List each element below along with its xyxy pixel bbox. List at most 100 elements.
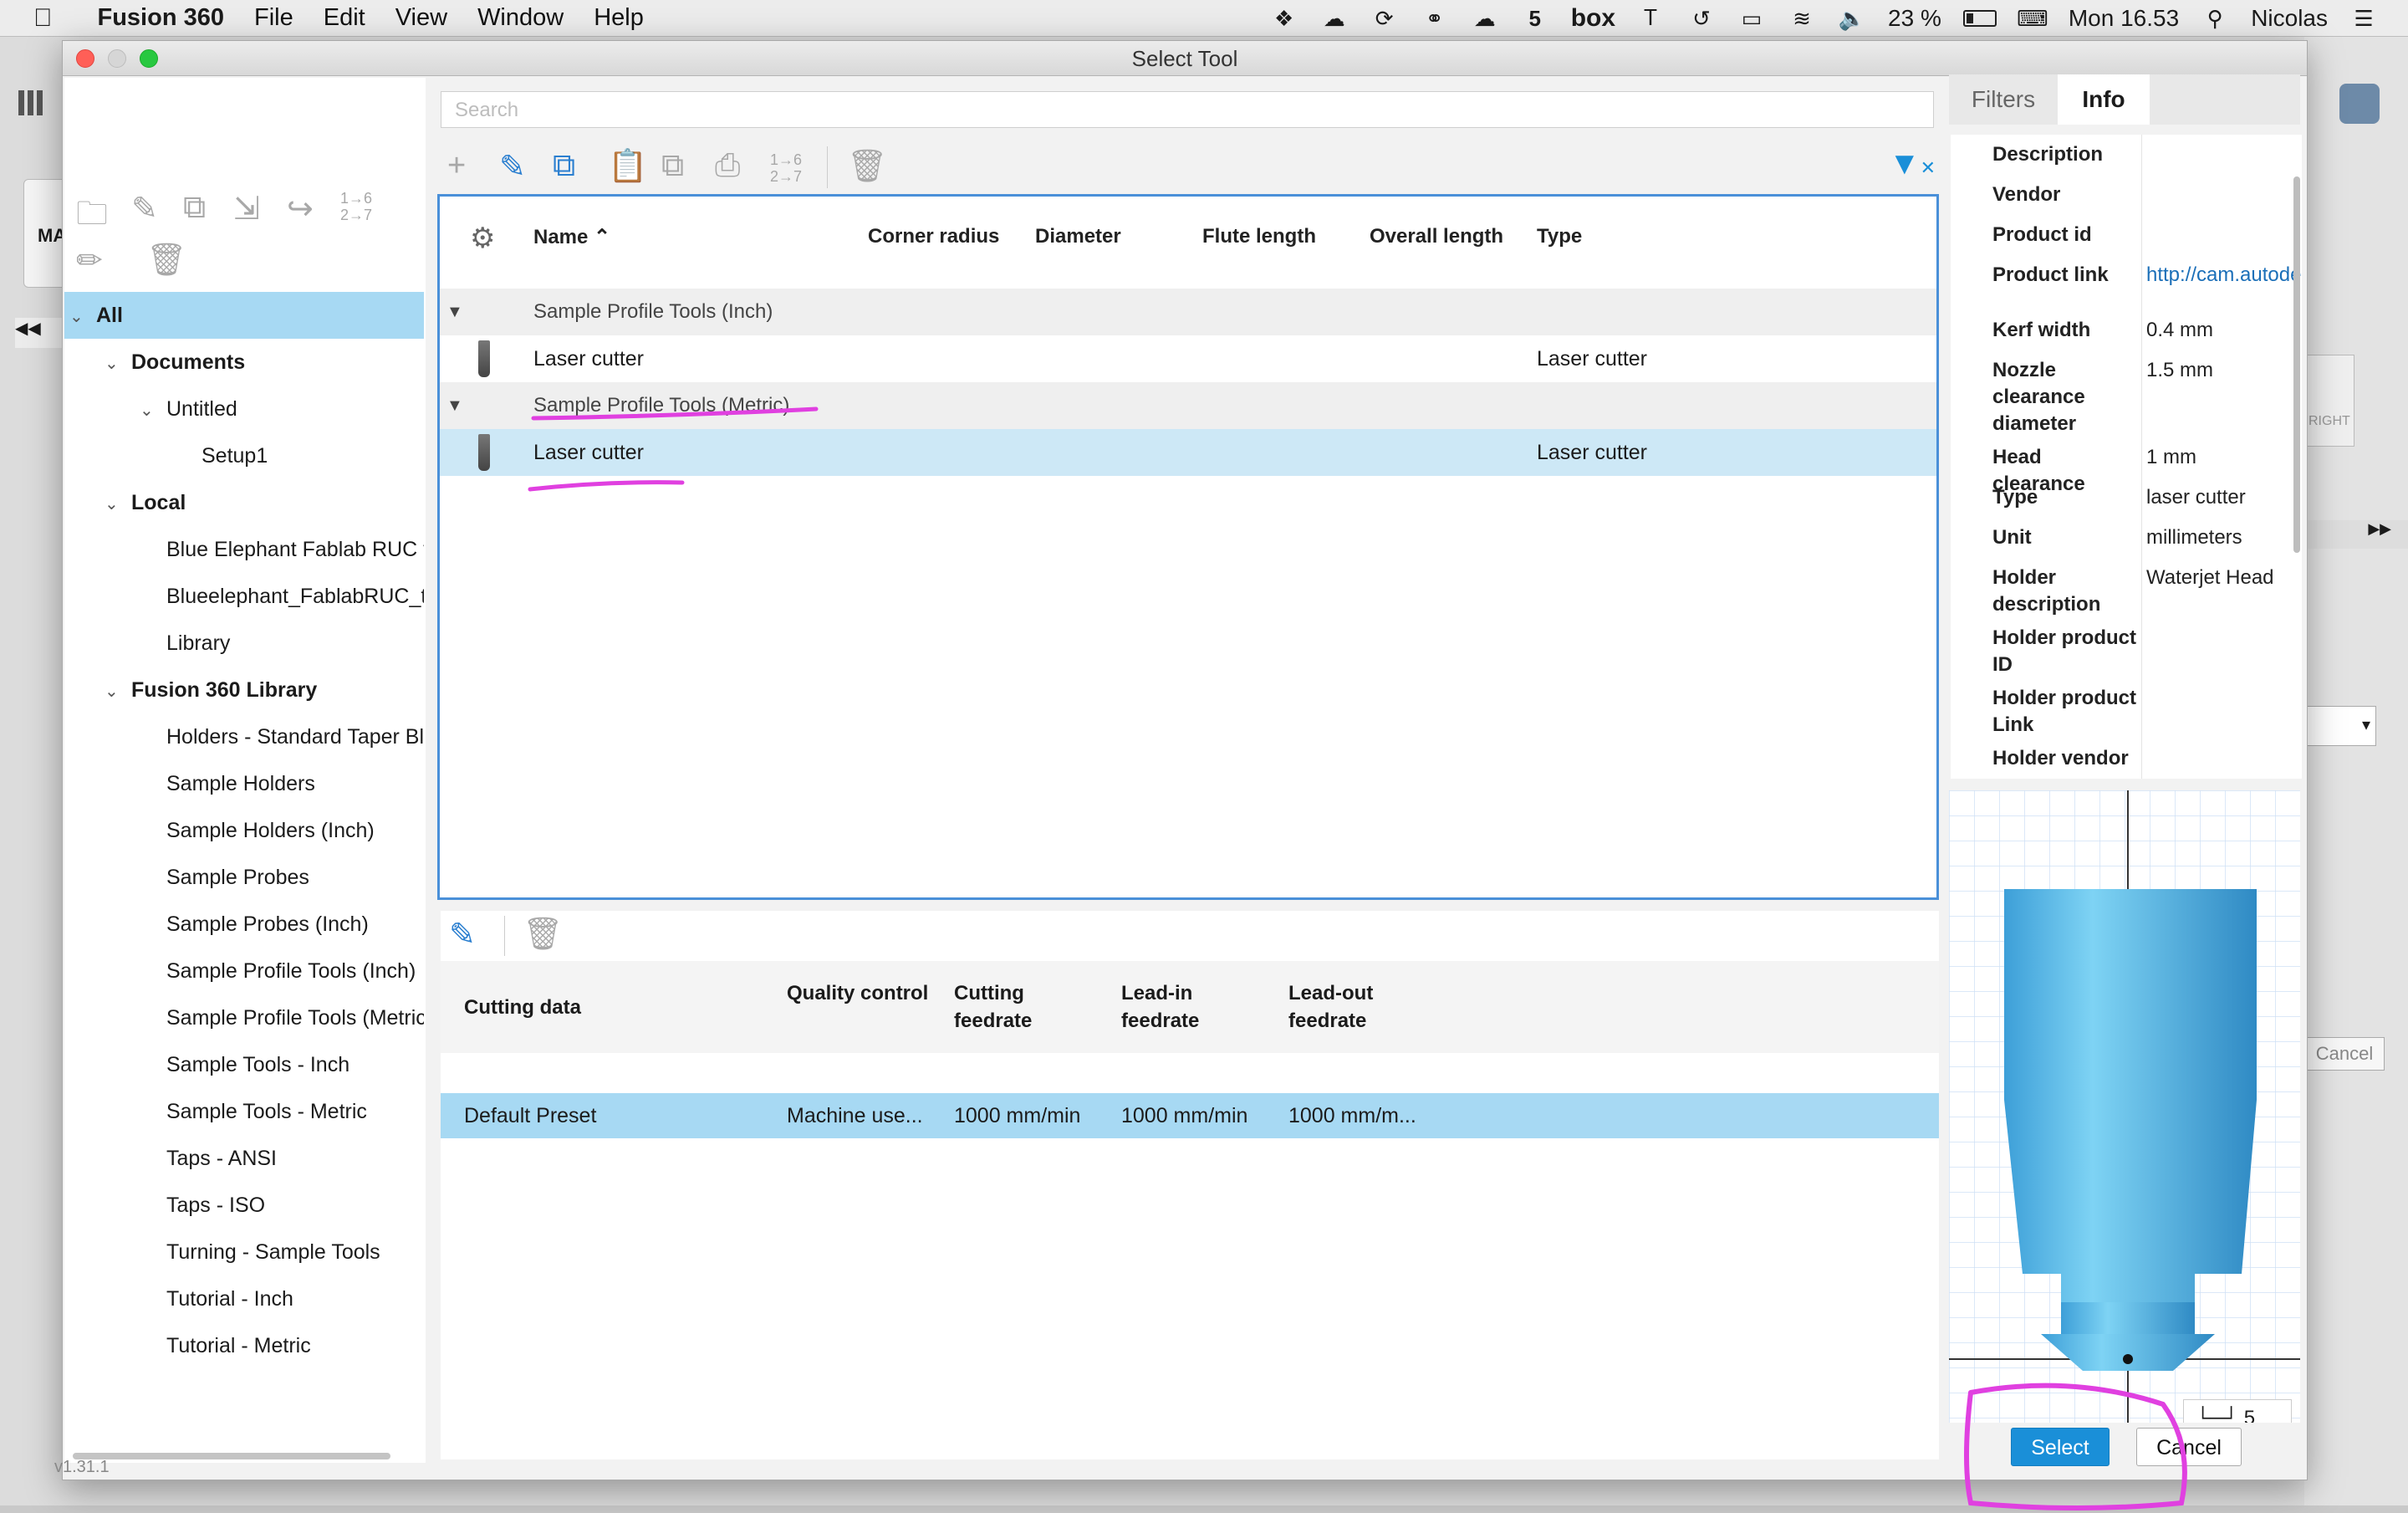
- tree-item[interactable]: Setup1: [64, 432, 424, 479]
- tree-item[interactable]: Tutorial - Inch: [64, 1275, 424, 1322]
- wifi-icon[interactable]: ≋: [1788, 6, 1816, 31]
- volume-icon[interactable]: 🔈: [1838, 6, 1866, 31]
- info-property-key: Holder description: [1992, 566, 2101, 616]
- chevron-down-icon[interactable]: ⌄: [69, 294, 89, 339]
- tree-item[interactable]: ⌄ Local: [64, 479, 424, 526]
- tree-horizontal-scrollbar[interactable]: [73, 1453, 390, 1459]
- tree-item[interactable]: Holders - Standard Taper Blan: [64, 713, 424, 760]
- tree-item[interactable]: Blueelephant_FablabRUC_to: [64, 573, 424, 620]
- tree-item[interactable]: Turning - Sample Tools: [64, 1229, 424, 1275]
- column-header-cutting-feedrate[interactable]: Cutting feedrate: [954, 979, 1079, 1035]
- notification-center-icon[interactable]: ☰: [2349, 6, 2378, 31]
- column-header-cutting-data[interactable]: Cutting data: [464, 994, 581, 1021]
- bg-cancel-button[interactable]: Cancel: [2304, 1037, 2385, 1071]
- bluetooth-icon[interactable]: Ꭲ: [1637, 5, 1666, 31]
- cloud-off-icon[interactable]: ☁: [1471, 6, 1499, 31]
- tree-item[interactable]: Tutorial - Metric: [64, 1322, 424, 1369]
- print-tool-icon[interactable]: ⎙: [715, 148, 740, 184]
- preset-lead-out-feedrate: 1000 mm/m...: [1288, 1104, 1416, 1127]
- column-header-lead-in-feedrate[interactable]: Lead-in feedrate: [1121, 979, 1247, 1035]
- toolbar-divider: [504, 916, 505, 956]
- renumber-tools-icon[interactable]: 1→6 2→7: [770, 151, 802, 185]
- tree-item[interactable]: Taps - ISO: [64, 1182, 424, 1229]
- viewcube-face[interactable]: RIGHT: [2304, 355, 2354, 447]
- app-menu-fusion[interactable]: Fusion 360: [98, 4, 225, 32]
- tree-item[interactable]: ⌄ Documents: [64, 339, 424, 386]
- user-name[interactable]: Nicolas: [2251, 5, 2328, 32]
- sync-icon[interactable]: ⟳: [1370, 6, 1399, 31]
- airplay-icon[interactable]: ▭: [1737, 6, 1766, 31]
- dropbox-icon[interactable]: ❖: [1270, 6, 1298, 31]
- paste-tool-icon[interactable]: 📋: [608, 148, 647, 185]
- duplicate-library-icon[interactable]: ⧉: [183, 190, 206, 226]
- renumber-icon[interactable]: 1→6 2→7: [340, 190, 372, 223]
- info-vertical-scrollbar[interactable]: [2293, 176, 2300, 553]
- chevron-down-icon[interactable]: ⌄: [105, 481, 125, 526]
- cloud-alert-icon[interactable]: ☁: [1320, 6, 1349, 31]
- delete-tool-icon[interactable]: 🗑: [847, 148, 887, 185]
- edit-tool-icon[interactable]: ✎: [499, 148, 526, 186]
- creative-cloud-icon[interactable]: ⚭: [1421, 6, 1449, 31]
- tree-item[interactable]: Sample Holders (Inch): [64, 807, 424, 854]
- box-icon[interactable]: box: [1571, 4, 1615, 33]
- app-grid-icon[interactable]: [18, 90, 43, 115]
- copy-tool-icon[interactable]: ⧉: [553, 148, 575, 184]
- menu-help[interactable]: Help: [594, 4, 644, 32]
- tree-item[interactable]: Sample Tools - Metric: [64, 1088, 424, 1135]
- tree-item[interactable]: Blue Elephant Fablab RUC toc: [64, 526, 424, 573]
- edit-preset-icon[interactable]: ✎: [449, 916, 476, 953]
- minimize-window-button[interactable]: [108, 49, 126, 68]
- tree-item[interactable]: ⌄ Untitled: [64, 386, 424, 432]
- import-library-icon[interactable]: ⇲: [233, 190, 260, 227]
- tree-item[interactable]: Sample Profile Tools (Inch): [64, 948, 424, 994]
- menu-file[interactable]: File: [254, 4, 293, 32]
- time-machine-icon[interactable]: ↺: [1687, 6, 1716, 31]
- tree-item[interactable]: Sample Tools - Inch: [64, 1041, 424, 1088]
- delete-library-icon[interactable]: 🗑: [146, 242, 186, 279]
- cleanup-broom-icon[interactable]: ✏: [76, 242, 103, 279]
- cutting-preset-row[interactable]: Default Preset Machine use... 1000 mm/mi…: [441, 1093, 1939, 1138]
- menu-view[interactable]: View: [395, 4, 447, 32]
- spotlight-search-icon[interactable]: ⚲: [2201, 6, 2229, 31]
- clear-filter-icon[interactable]: ▼✕: [1889, 146, 1936, 182]
- tree-item[interactable]: Sample Probes (Inch): [64, 901, 424, 948]
- column-header-quality-control[interactable]: Quality control: [787, 979, 929, 1007]
- menu-edit[interactable]: Edit: [324, 4, 365, 32]
- five-icon[interactable]: 5: [1521, 6, 1549, 31]
- bg-workspace-button[interactable]: MA: [23, 179, 67, 288]
- bg-expand-button[interactable]: ▶▶: [2304, 520, 2408, 549]
- bg-avatar[interactable]: [2339, 84, 2380, 124]
- tree-item[interactable]: Sample Profile Tools (Metric): [64, 994, 424, 1041]
- tree-item[interactable]: Library: [64, 620, 424, 667]
- chevron-down-icon[interactable]: ⌄: [140, 387, 160, 432]
- clock[interactable]: Mon 16.53: [2069, 5, 2179, 32]
- column-header-lead-out-feedrate[interactable]: Lead-out feedrate: [1288, 979, 1422, 1035]
- tree-item[interactable]: Sample Probes: [64, 854, 424, 901]
- bg-dropdown[interactable]: ▾: [2304, 706, 2376, 746]
- tree-item-label: Library: [166, 631, 231, 655]
- delete-preset-icon[interactable]: 🗑: [523, 916, 563, 953]
- chevron-down-icon[interactable]: ⌄: [105, 340, 125, 386]
- battery-icon[interactable]: [1962, 10, 1997, 27]
- info-property-value[interactable]: http://cam.autodesk.com: [2146, 262, 2302, 289]
- menu-window[interactable]: Window: [477, 4, 564, 32]
- rename-pencil-icon[interactable]: ✎: [131, 190, 158, 227]
- export-library-icon[interactable]: ↪: [287, 190, 314, 227]
- tab-info[interactable]: Info: [2058, 74, 2150, 125]
- duplicate-tool-icon[interactable]: ⧉: [661, 148, 684, 184]
- zoom-window-button[interactable]: [140, 49, 158, 68]
- input-source-icon[interactable]: ⌨: [2017, 6, 2048, 31]
- new-folder-icon[interactable]: 🗀: [76, 190, 108, 244]
- tool-search-input[interactable]: Search: [441, 91, 1934, 128]
- tree-item[interactable]: ⌄ All: [64, 292, 424, 339]
- bg-collapse-button[interactable]: ◀◀: [15, 318, 65, 348]
- tab-filters[interactable]: Filters: [1949, 74, 2058, 125]
- tree-item[interactable]: Taps - ANSI: [64, 1135, 424, 1182]
- apple-icon[interactable]: : [33, 4, 53, 33]
- tree-item-label: Sample Tools - Metric: [166, 1100, 367, 1123]
- close-window-button[interactable]: [76, 49, 94, 68]
- add-tool-icon[interactable]: +: [447, 148, 466, 184]
- chevron-down-icon[interactable]: ⌄: [105, 668, 125, 713]
- tree-item[interactable]: ⌄ Fusion 360 Library: [64, 667, 424, 713]
- tree-item[interactable]: Sample Holders: [64, 760, 424, 807]
